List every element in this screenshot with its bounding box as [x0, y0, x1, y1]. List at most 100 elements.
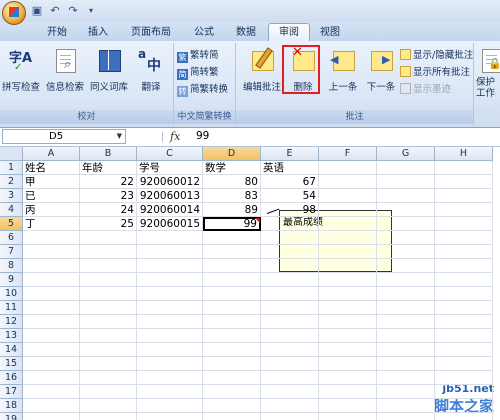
- cell-c3[interactable]: 920060013: [137, 189, 203, 203]
- empty-cell[interactable]: [377, 343, 435, 357]
- empty-cell[interactable]: [377, 245, 435, 259]
- select-all-corner[interactable]: [0, 147, 23, 161]
- empty-cell[interactable]: [435, 259, 493, 273]
- row-header-11[interactable]: 11: [0, 301, 23, 315]
- row-header-12[interactable]: 12: [0, 315, 23, 329]
- empty-cell[interactable]: [435, 315, 493, 329]
- empty-cell[interactable]: [435, 189, 493, 203]
- empty-cell[interactable]: [377, 329, 435, 343]
- cell-a5[interactable]: 丁: [23, 217, 80, 231]
- empty-cell[interactable]: [261, 287, 319, 301]
- empty-cell[interactable]: [203, 287, 261, 301]
- column-header-f[interactable]: F: [319, 147, 377, 161]
- empty-cell[interactable]: [319, 413, 377, 420]
- tab-formulas[interactable]: 公式: [186, 24, 222, 41]
- empty-cell[interactable]: [23, 371, 80, 385]
- column-header-d[interactable]: D: [203, 147, 261, 161]
- empty-cell[interactable]: [80, 273, 137, 287]
- empty-cell[interactable]: [23, 329, 80, 343]
- dropdown-icon[interactable]: ▾: [84, 4, 98, 18]
- empty-cell[interactable]: [261, 357, 319, 371]
- empty-cell[interactable]: [319, 315, 377, 329]
- empty-cell[interactable]: [319, 371, 377, 385]
- empty-cell[interactable]: [319, 203, 377, 217]
- empty-cell[interactable]: [435, 203, 493, 217]
- empty-cell[interactable]: [203, 371, 261, 385]
- empty-cell[interactable]: [435, 343, 493, 357]
- empty-cell[interactable]: [203, 357, 261, 371]
- empty-cell[interactable]: [137, 343, 203, 357]
- empty-cell[interactable]: [23, 301, 80, 315]
- empty-cell[interactable]: [377, 357, 435, 371]
- row-header-19[interactable]: 19: [0, 413, 23, 420]
- empty-cell[interactable]: [319, 343, 377, 357]
- empty-cell[interactable]: [319, 385, 377, 399]
- empty-cell[interactable]: [319, 273, 377, 287]
- empty-cell[interactable]: [137, 231, 203, 245]
- cell-b3[interactable]: 23: [80, 189, 137, 203]
- cell-e1[interactable]: 英语: [261, 161, 319, 175]
- empty-cell[interactable]: [435, 273, 493, 287]
- empty-cell[interactable]: [80, 399, 137, 413]
- empty-cell[interactable]: [261, 371, 319, 385]
- empty-cell[interactable]: [80, 343, 137, 357]
- empty-cell[interactable]: [319, 329, 377, 343]
- tab-insert[interactable]: 插入: [80, 24, 116, 41]
- empty-cell[interactable]: [203, 385, 261, 399]
- row-header-4[interactable]: 4: [0, 203, 23, 217]
- empty-cell[interactable]: [137, 371, 203, 385]
- empty-cell[interactable]: [435, 357, 493, 371]
- empty-cell[interactable]: [261, 385, 319, 399]
- empty-cell[interactable]: [377, 217, 435, 231]
- save-icon[interactable]: ▣: [30, 4, 44, 18]
- empty-cell[interactable]: [435, 301, 493, 315]
- research-button[interactable]: ⌕ 信息检索: [46, 45, 84, 105]
- empty-cell[interactable]: [23, 399, 80, 413]
- empty-cell[interactable]: [137, 385, 203, 399]
- column-header-g[interactable]: G: [377, 147, 435, 161]
- empty-cell[interactable]: [319, 301, 377, 315]
- row-header-2[interactable]: 2: [0, 175, 23, 189]
- insert-function-icon[interactable]: fx: [170, 130, 180, 143]
- cell-b2[interactable]: 22: [80, 175, 137, 189]
- cell-a1[interactable]: 姓名: [23, 161, 80, 175]
- cell-c4[interactable]: 920060014: [137, 203, 203, 217]
- empty-cell[interactable]: [319, 231, 377, 245]
- name-box-dropdown-icon[interactable]: ▼: [117, 130, 122, 143]
- empty-cell[interactable]: [435, 245, 493, 259]
- cell-c1[interactable]: 学号: [137, 161, 203, 175]
- empty-cell[interactable]: [137, 399, 203, 413]
- empty-cell[interactable]: [319, 175, 377, 189]
- empty-cell[interactable]: [23, 413, 80, 420]
- empty-cell[interactable]: [435, 399, 493, 413]
- edit-comment-button[interactable]: 编辑批注: [242, 45, 282, 105]
- empty-cell[interactable]: [203, 231, 261, 245]
- empty-cell[interactable]: [261, 273, 319, 287]
- name-box[interactable]: D5 ▼: [2, 129, 126, 144]
- empty-cell[interactable]: [137, 357, 203, 371]
- empty-cell[interactable]: [435, 217, 493, 231]
- empty-cell[interactable]: [261, 217, 319, 231]
- empty-cell[interactable]: [319, 245, 377, 259]
- empty-cell[interactable]: [435, 329, 493, 343]
- empty-cell[interactable]: [137, 259, 203, 273]
- empty-cell[interactable]: [319, 287, 377, 301]
- empty-cell[interactable]: [203, 413, 261, 420]
- row-header-13[interactable]: 13: [0, 329, 23, 343]
- empty-cell[interactable]: [377, 175, 435, 189]
- cell-e3[interactable]: 54: [261, 189, 319, 203]
- empty-cell[interactable]: [203, 343, 261, 357]
- undo-icon[interactable]: ↶: [48, 4, 62, 18]
- empty-cell[interactable]: [377, 399, 435, 413]
- cell-d3[interactable]: 83: [203, 189, 261, 203]
- cell-b5[interactable]: 25: [80, 217, 137, 231]
- cell-b1[interactable]: 年龄: [80, 161, 137, 175]
- empty-cell[interactable]: [23, 245, 80, 259]
- empty-cell[interactable]: [80, 231, 137, 245]
- row-header-1[interactable]: 1: [0, 161, 23, 175]
- column-header-c[interactable]: C: [137, 147, 203, 161]
- show-all-comments-button[interactable]: 显示所有批注: [400, 65, 470, 80]
- empty-cell[interactable]: [137, 413, 203, 420]
- row-header-6[interactable]: 6: [0, 231, 23, 245]
- empty-cell[interactable]: [80, 385, 137, 399]
